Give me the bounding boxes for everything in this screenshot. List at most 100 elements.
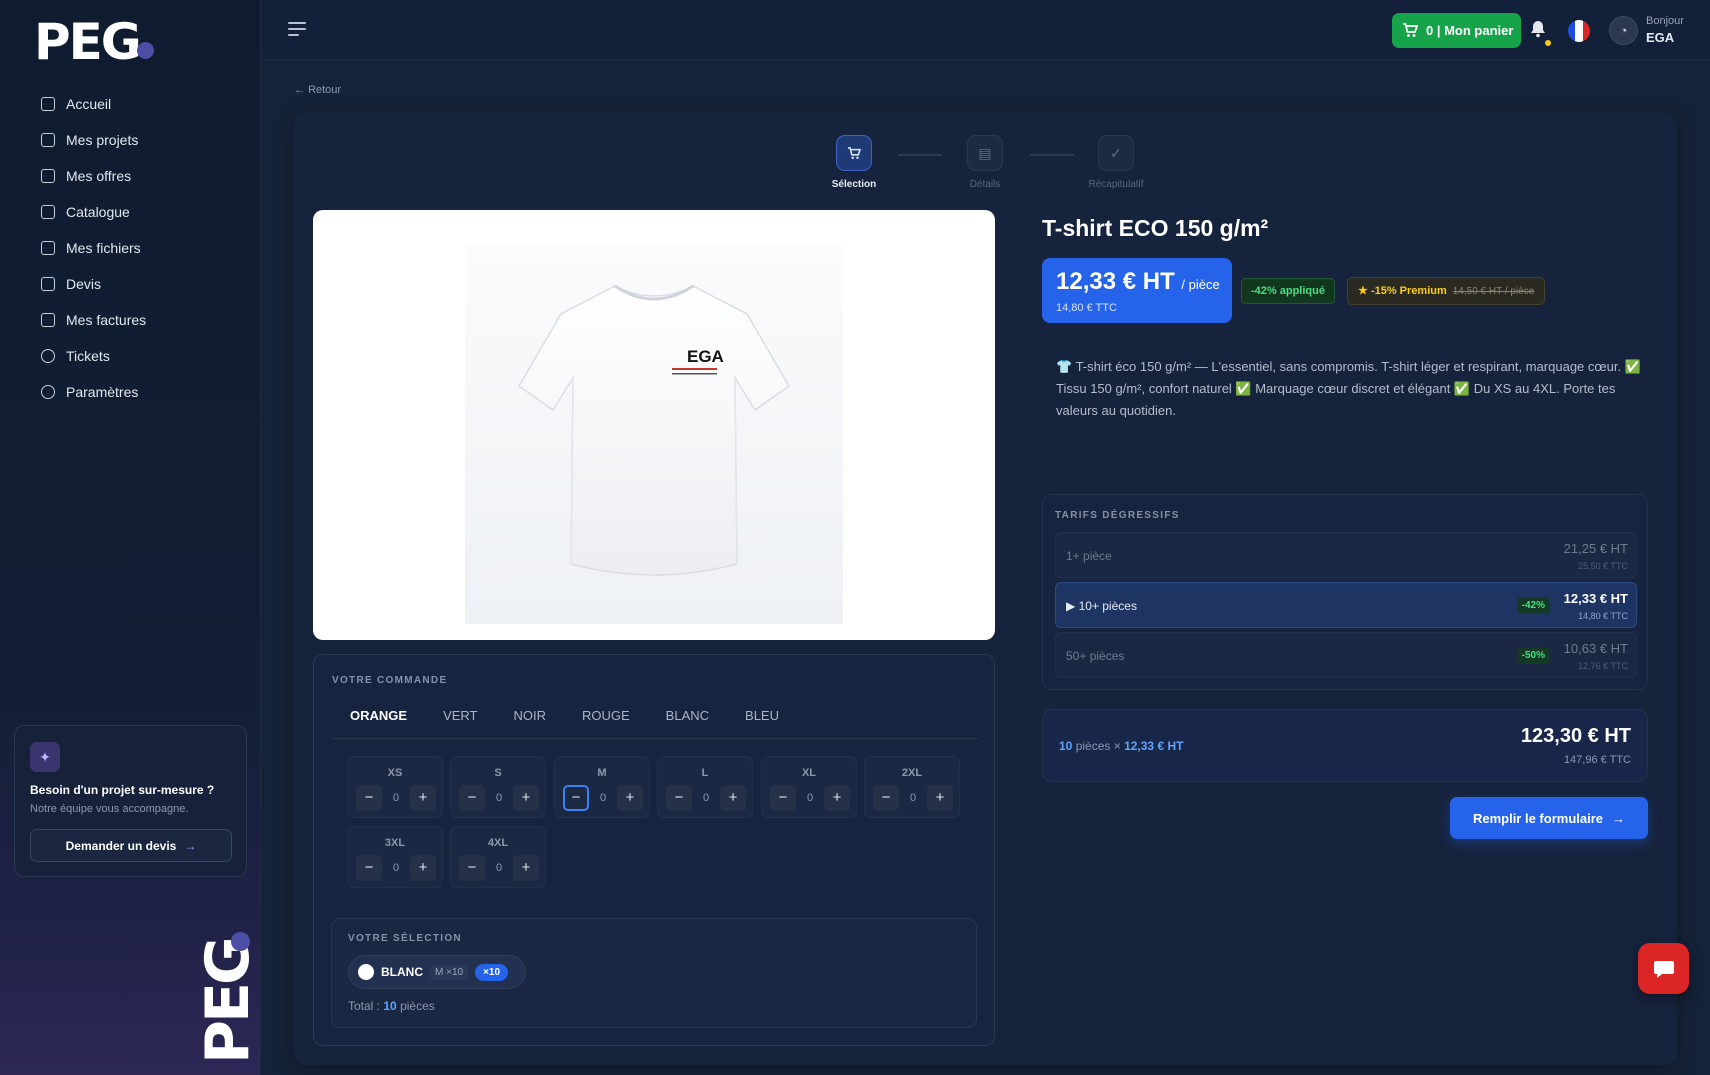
- color-swatch: [358, 964, 374, 980]
- quantity-value[interactable]: 0: [902, 792, 924, 804]
- bell-icon[interactable]: [1530, 20, 1548, 40]
- size-card-3xl: 3XL −0 +: [347, 826, 443, 888]
- chip-sizes: M ×10: [430, 964, 469, 980]
- tab-color-rouge[interactable]: ROUGE: [564, 709, 648, 739]
- decrement-button[interactable]: −: [770, 785, 796, 811]
- decrement-button[interactable]: −: [459, 855, 485, 881]
- selection-total: Total : 10 pièces: [348, 999, 435, 1013]
- increment-button[interactable]: +: [927, 785, 953, 811]
- sparkle-icon: ✦: [30, 742, 60, 772]
- product-title: T-shirt ECO 150 g/m²: [1042, 215, 1269, 241]
- decrement-button[interactable]: −: [666, 785, 692, 811]
- size-name: XS: [387, 767, 403, 779]
- increment-button[interactable]: +: [513, 785, 539, 811]
- sidebar-item-parametres[interactable]: Paramètres: [30, 374, 240, 410]
- step-recap[interactable]: ✓: [1098, 135, 1134, 171]
- sidebar-item-tickets[interactable]: Tickets: [30, 338, 240, 374]
- chat-button[interactable]: [1638, 943, 1689, 994]
- sidebar-item-offres[interactable]: Mes offres: [30, 158, 240, 194]
- size-card-m: M −0 +: [554, 756, 650, 818]
- increment-button[interactable]: +: [513, 855, 539, 881]
- logo-dot: [137, 42, 154, 59]
- decrement-button[interactable]: −: [356, 785, 382, 811]
- tier-row: 1+ pièce 21,25 € HT 25,50 € TTC: [1055, 532, 1637, 578]
- cart-label: 0 | Mon panier: [1426, 23, 1514, 38]
- tab-color-noir[interactable]: NOIR: [496, 709, 565, 739]
- sidebar-item-label: Mes offres: [66, 168, 132, 184]
- price-ttc: 14,80 € TTC: [1056, 302, 1117, 314]
- tier-price-ttc: 25,50 € TTC: [1578, 561, 1628, 571]
- sidebar-item-fichiers[interactable]: Mes fichiers: [30, 230, 240, 266]
- quantity-value[interactable]: 0: [799, 792, 821, 804]
- quantity-value[interactable]: 0: [695, 792, 717, 804]
- decrement-button[interactable]: −: [563, 785, 589, 811]
- size-card-l: L −0 +: [657, 756, 753, 818]
- french-flag-icon[interactable]: [1568, 20, 1590, 42]
- cart-button[interactable]: 0 | Mon panier: [1392, 13, 1521, 48]
- tier-name: 1+ pièce: [1066, 549, 1112, 563]
- fill-form-button[interactable]: Remplir le formulaire →: [1450, 797, 1648, 839]
- tab-color-blanc[interactable]: BLANC: [648, 709, 727, 739]
- sidebar-item-catalogue[interactable]: Catalogue: [30, 194, 240, 230]
- sidebar-item-projets[interactable]: Mes projets: [30, 122, 240, 158]
- increment-button[interactable]: +: [410, 785, 436, 811]
- sidebar-nav: Accueil Mes projets Mes offres Catalogue…: [30, 86, 240, 410]
- step-selection[interactable]: [836, 135, 872, 171]
- size-name: L: [701, 767, 709, 779]
- grid-icon: [41, 205, 55, 219]
- arrow-right-icon: →: [1612, 810, 1626, 826]
- increment-button[interactable]: +: [824, 785, 850, 811]
- step-connector: [1030, 154, 1074, 156]
- quantity-stepper: −0 +: [459, 855, 539, 881]
- promo-card: ✦ Besoin d'un projet sur-mesure ? Notre …: [14, 725, 247, 877]
- increment-button[interactable]: +: [720, 785, 746, 811]
- summary-total-ttc: 147,96 € TTC: [1563, 754, 1631, 766]
- quantity-stepper: −0 +: [356, 855, 436, 881]
- decrement-button[interactable]: −: [356, 855, 382, 881]
- quantity-value[interactable]: 0: [592, 792, 614, 804]
- back-link[interactable]: ← Retour: [294, 84, 341, 96]
- user-name[interactable]: EGA: [1646, 30, 1674, 45]
- fill-form-label: Remplir le formulaire: [1472, 810, 1604, 826]
- step-label-recap: Récapitulatif: [1088, 179, 1144, 190]
- premium-old-price: 14,50 € HT / pièce: [1452, 286, 1535, 297]
- tab-color-bleu[interactable]: BLEU: [727, 709, 797, 739]
- request-quote-button[interactable]: Demander un devis →: [30, 829, 232, 862]
- tier-price-ttc: 14,80 € TTC: [1578, 611, 1628, 621]
- size-card-s: S −0 +: [450, 756, 546, 818]
- ega-logo-text: EGA: [687, 347, 724, 366]
- vertical-logo-dot: [231, 932, 250, 951]
- total-qty: 10: [383, 999, 397, 1013]
- sidebar-item-factures[interactable]: Mes factures: [30, 302, 240, 338]
- tab-color-vert[interactable]: VERT: [425, 709, 495, 739]
- sidebar-item-devis[interactable]: Devis: [30, 266, 240, 302]
- projects-icon: [41, 133, 55, 147]
- sidebar-item-accueil[interactable]: Accueil: [30, 86, 240, 122]
- step-details[interactable]: ▤: [967, 135, 1003, 171]
- quantity-value[interactable]: 0: [385, 792, 407, 804]
- quantity-stepper: −0 +: [459, 785, 539, 811]
- selection-label: VOTRE SÉLECTION: [348, 933, 462, 944]
- quantity-value[interactable]: 0: [488, 862, 510, 874]
- size-name: 3XL: [384, 837, 406, 849]
- increment-button[interactable]: +: [617, 785, 643, 811]
- decrement-button[interactable]: −: [459, 785, 485, 811]
- increment-button[interactable]: +: [410, 855, 436, 881]
- summary-total-ht: 123,30 € HT: [1520, 725, 1631, 747]
- quantity-stepper: −0 +: [666, 785, 746, 811]
- tab-color-orange[interactable]: ORANGE: [332, 709, 425, 739]
- summary-breakdown: 10 pièces × 12,33 € HT: [1059, 739, 1184, 753]
- quantity-value[interactable]: 0: [385, 862, 407, 874]
- star-icon: ★: [1358, 285, 1368, 297]
- decrement-button[interactable]: −: [873, 785, 899, 811]
- product-image: EGA: [313, 210, 995, 640]
- user-avatar-icon[interactable]: ◔: [1609, 16, 1638, 45]
- tier-name: ▶ 10+ pièces: [1066, 599, 1137, 613]
- premium-badge: ★ -15% Premium 14,50 € HT / pièce: [1347, 277, 1546, 305]
- tier-price-ht: 10,63 € HT: [1563, 641, 1628, 656]
- quantity-value[interactable]: 0: [488, 792, 510, 804]
- color-tabs: ORANGE VERT NOIR ROUGE BLANC BLEU: [332, 709, 978, 739]
- menu-toggle-icon[interactable]: [288, 22, 306, 36]
- selection-chip[interactable]: BLANC M ×10 ×10: [348, 955, 526, 989]
- logo[interactable]: PEG: [34, 14, 142, 70]
